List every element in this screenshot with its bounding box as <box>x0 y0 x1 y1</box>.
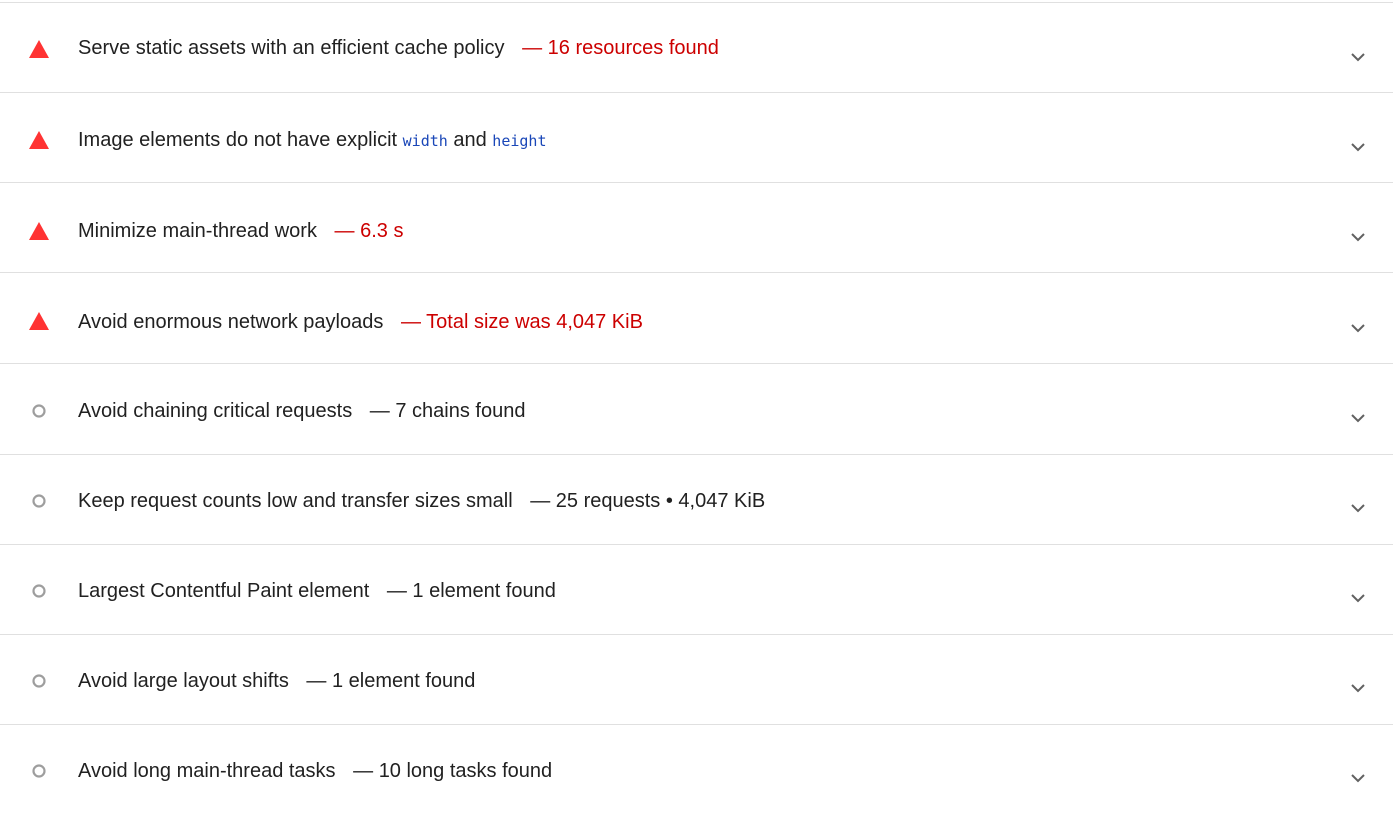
audit-display-value: Total size was 4,047 KiB <box>426 311 643 333</box>
audit-title-line: Avoid chaining critical requests — 7 cha… <box>78 399 525 423</box>
red-triangle-icon <box>29 39 49 59</box>
audit-display-value: 1 element found <box>412 580 556 602</box>
audit-row-main-thread-work[interactable]: Minimize main-thread work — 6.3 s <box>0 183 1393 273</box>
red-triangle-icon <box>29 311 49 331</box>
audit-row-long-tasks[interactable]: Avoid long main-thread tasks — 10 long t… <box>0 725 1393 815</box>
audit-title-line: Avoid large layout shifts — 1 element fo… <box>78 669 475 693</box>
audit-display-value: 7 chains found <box>395 400 526 422</box>
audit-row-lcp-element[interactable]: Largest Contentful Paint element — 1 ele… <box>0 545 1393 635</box>
gray-circle-icon <box>29 491 49 511</box>
audit-title: Keep request counts low and transfer siz… <box>78 490 513 512</box>
audit-display-value: 6.3 s <box>360 220 404 242</box>
audit-title: Image elements do not have explicit <box>78 129 398 151</box>
chevron-down-icon[interactable] <box>1349 772 1367 784</box>
audit-title: Avoid enormous network payloads <box>78 311 384 333</box>
audit-title-line: Avoid enormous network payloads — Total … <box>78 310 643 334</box>
audit-title-line: Minimize main-thread work — 6.3 s <box>78 219 403 243</box>
audit-title-line: Image elements do not have explicit widt… <box>78 128 546 153</box>
audit-title: Avoid large layout shifts <box>78 670 289 692</box>
chevron-down-icon[interactable] <box>1349 231 1367 243</box>
gray-circle-icon <box>29 581 49 601</box>
audit-display-value: 25 requests • 4,047 KiB <box>555 490 766 512</box>
gray-circle-icon <box>29 671 49 691</box>
audit-separator: — <box>522 37 543 59</box>
chevron-down-icon[interactable] <box>1349 412 1367 424</box>
audit-list: Serve static assets with an efficient ca… <box>0 0 1395 814</box>
chevron-down-icon[interactable] <box>1349 141 1367 153</box>
code-width: width <box>402 132 448 150</box>
audit-separator: — <box>386 580 407 602</box>
audit-row-layout-shifts[interactable]: Avoid large layout shifts — 1 element fo… <box>0 635 1393 725</box>
chevron-down-icon[interactable] <box>1349 51 1367 63</box>
audit-row-resource-summary[interactable]: Keep request counts low and transfer siz… <box>0 455 1393 545</box>
red-triangle-icon <box>29 221 49 241</box>
audit-display-value: 10 long tasks found <box>378 760 553 782</box>
gray-circle-icon <box>29 761 49 781</box>
audit-title: Avoid chaining critical requests <box>78 400 353 422</box>
audit-title: Serve static assets with an efficient ca… <box>78 37 505 59</box>
audit-separator: — <box>530 490 551 512</box>
red-triangle-icon <box>29 130 49 150</box>
chevron-down-icon[interactable] <box>1349 502 1367 514</box>
audit-display-value: 1 element found <box>331 670 476 692</box>
audit-title-line: Avoid long main-thread tasks — 10 long t… <box>78 759 552 783</box>
audit-title-line: Largest Contentful Paint element — 1 ele… <box>78 579 556 603</box>
audit-row-critical-request-chains[interactable]: Avoid chaining critical requests — 7 cha… <box>0 365 1393 455</box>
audit-row-cache-policy[interactable]: Serve static assets with an efficient ca… <box>0 3 1393 93</box>
audit-title: Minimize main-thread work <box>78 220 317 242</box>
gray-circle-icon <box>29 401 49 421</box>
chevron-down-icon[interactable] <box>1349 592 1367 604</box>
audit-separator: — <box>353 760 374 782</box>
audit-display-value: 16 resources found <box>547 37 719 59</box>
chevron-down-icon[interactable] <box>1349 322 1367 334</box>
audit-title-line: Serve static assets with an efficient ca… <box>78 36 719 60</box>
code-height: height <box>492 132 547 150</box>
audit-title: Largest Contentful Paint element <box>78 580 370 602</box>
audit-separator: — <box>369 400 390 422</box>
audit-separator: — <box>400 311 421 333</box>
audit-title-and: and <box>453 129 487 151</box>
audit-separator: — <box>334 220 355 242</box>
audit-row-unsized-images[interactable]: Image elements do not have explicit widt… <box>0 93 1393 183</box>
audit-title: Avoid long main-thread tasks <box>78 760 336 782</box>
chevron-down-icon[interactable] <box>1349 682 1367 694</box>
audit-separator: — <box>306 670 327 692</box>
audit-title-line: Keep request counts low and transfer siz… <box>78 489 765 513</box>
audit-row-network-payloads[interactable]: Avoid enormous network payloads — Total … <box>0 274 1393 364</box>
